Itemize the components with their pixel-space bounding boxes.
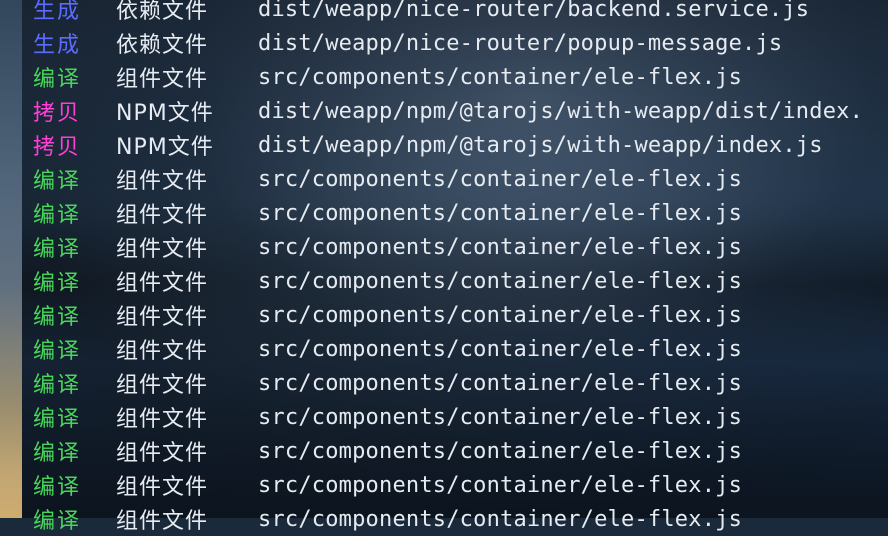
log-file-type: 组件文件 [116,169,209,194]
log-file-path: src/components/container/ele-flex.js [258,200,743,226]
log-row: 拷贝 NPM文件 dist/weapp/npm/@tarojs/with-wea… [22,94,863,128]
log-file-type: 组件文件 [116,407,209,432]
log-file-path: src/components/container/ele-flex.js [258,302,743,328]
log-tag: 编译 [33,441,82,466]
log-file-path: src/components/container/ele-flex.js [258,268,743,294]
log-row: 编译 组件文件 src/components/container/ele-fle… [22,502,742,536]
log-file-type: 组件文件 [116,203,209,228]
log-row: 生成 依赖文件 dist/weapp/nice-router/popup-mes… [22,26,782,60]
log-row: 生成 依赖文件 dist/weapp/nice-router/backend.s… [22,0,809,26]
log-tag: 编译 [33,271,82,296]
log-row: 拷贝 NPM文件 dist/weapp/npm/@tarojs/with-wea… [22,128,823,162]
log-file-path: src/components/container/ele-flex.js [258,370,743,396]
terminal-output[interactable]: 生成 依赖文件 dist/weapp/nice-router/backend.s… [22,0,888,534]
log-file-path: src/components/container/ele-flex.js [258,506,743,532]
log-row: 编译 组件文件 src/components/container/ele-fle… [22,60,742,94]
log-row: 编译 组件文件 src/components/container/ele-fle… [22,434,742,468]
log-file-type: 组件文件 [116,305,209,330]
log-file-type: 依赖文件 [116,0,209,24]
log-row: 编译 组件文件 src/components/container/ele-fle… [22,468,742,502]
log-tag: 编译 [33,237,82,262]
log-row: 编译 组件文件 src/components/container/ele-fle… [22,264,742,298]
log-file-path: src/components/container/ele-flex.js [258,166,743,192]
log-file-type: 组件文件 [116,339,209,364]
log-file-type: 组件文件 [116,237,209,262]
log-file-type: 组件文件 [116,509,209,534]
log-tag: 编译 [33,305,82,330]
log-tag: 生成 [33,0,82,24]
log-tag: 编译 [33,407,82,432]
log-file-path: src/components/container/ele-flex.js [258,438,743,464]
log-file-path: src/components/container/ele-flex.js [258,64,743,90]
log-row: 编译 组件文件 src/components/container/ele-fle… [22,400,742,434]
log-tag: 拷贝 [33,135,82,160]
log-file-path: dist/weapp/nice-router/backend.service.j… [258,0,810,22]
log-file-type: NPM文件 [116,101,214,126]
log-tag: 编译 [33,373,82,398]
log-file-type: 组件文件 [116,475,209,500]
log-file-type: NPM文件 [116,135,214,160]
log-row: 编译 组件文件 src/components/container/ele-fle… [22,196,742,230]
log-file-path: src/components/container/ele-flex.js [258,336,743,362]
log-file-type: 组件文件 [116,67,209,92]
log-tag: 编译 [33,67,82,92]
log-tag: 编译 [33,169,82,194]
log-file-path: src/components/container/ele-flex.js [258,234,743,260]
log-file-type: 组件文件 [116,271,209,296]
log-file-path: dist/weapp/nice-router/popup-message.js [258,30,783,56]
log-file-path: dist/weapp/npm/@tarojs/with-weapp/dist/i… [258,98,864,124]
log-file-type: 组件文件 [116,373,209,398]
log-tag: 生成 [33,33,82,58]
log-file-type: 依赖文件 [116,33,209,58]
log-tag: 编译 [33,203,82,228]
log-row: 编译 组件文件 src/components/container/ele-fle… [22,298,742,332]
log-row: 编译 组件文件 src/components/container/ele-fle… [22,366,742,400]
log-row: 编译 组件文件 src/components/container/ele-fle… [22,332,742,366]
log-row: 编译 组件文件 src/components/container/ele-fle… [22,162,742,196]
wallpaper-edge [0,0,22,518]
log-tag: 编译 [33,339,82,364]
log-file-path: dist/weapp/npm/@tarojs/with-weapp/index.… [258,132,823,158]
log-file-type: 组件文件 [116,441,209,466]
log-tag: 编译 [33,509,82,534]
log-tag: 拷贝 [33,101,82,126]
log-row: 编译 组件文件 src/components/container/ele-fle… [22,230,742,264]
log-file-path: src/components/container/ele-flex.js [258,404,743,430]
log-tag: 编译 [33,475,82,500]
log-file-path: src/components/container/ele-flex.js [258,472,743,498]
